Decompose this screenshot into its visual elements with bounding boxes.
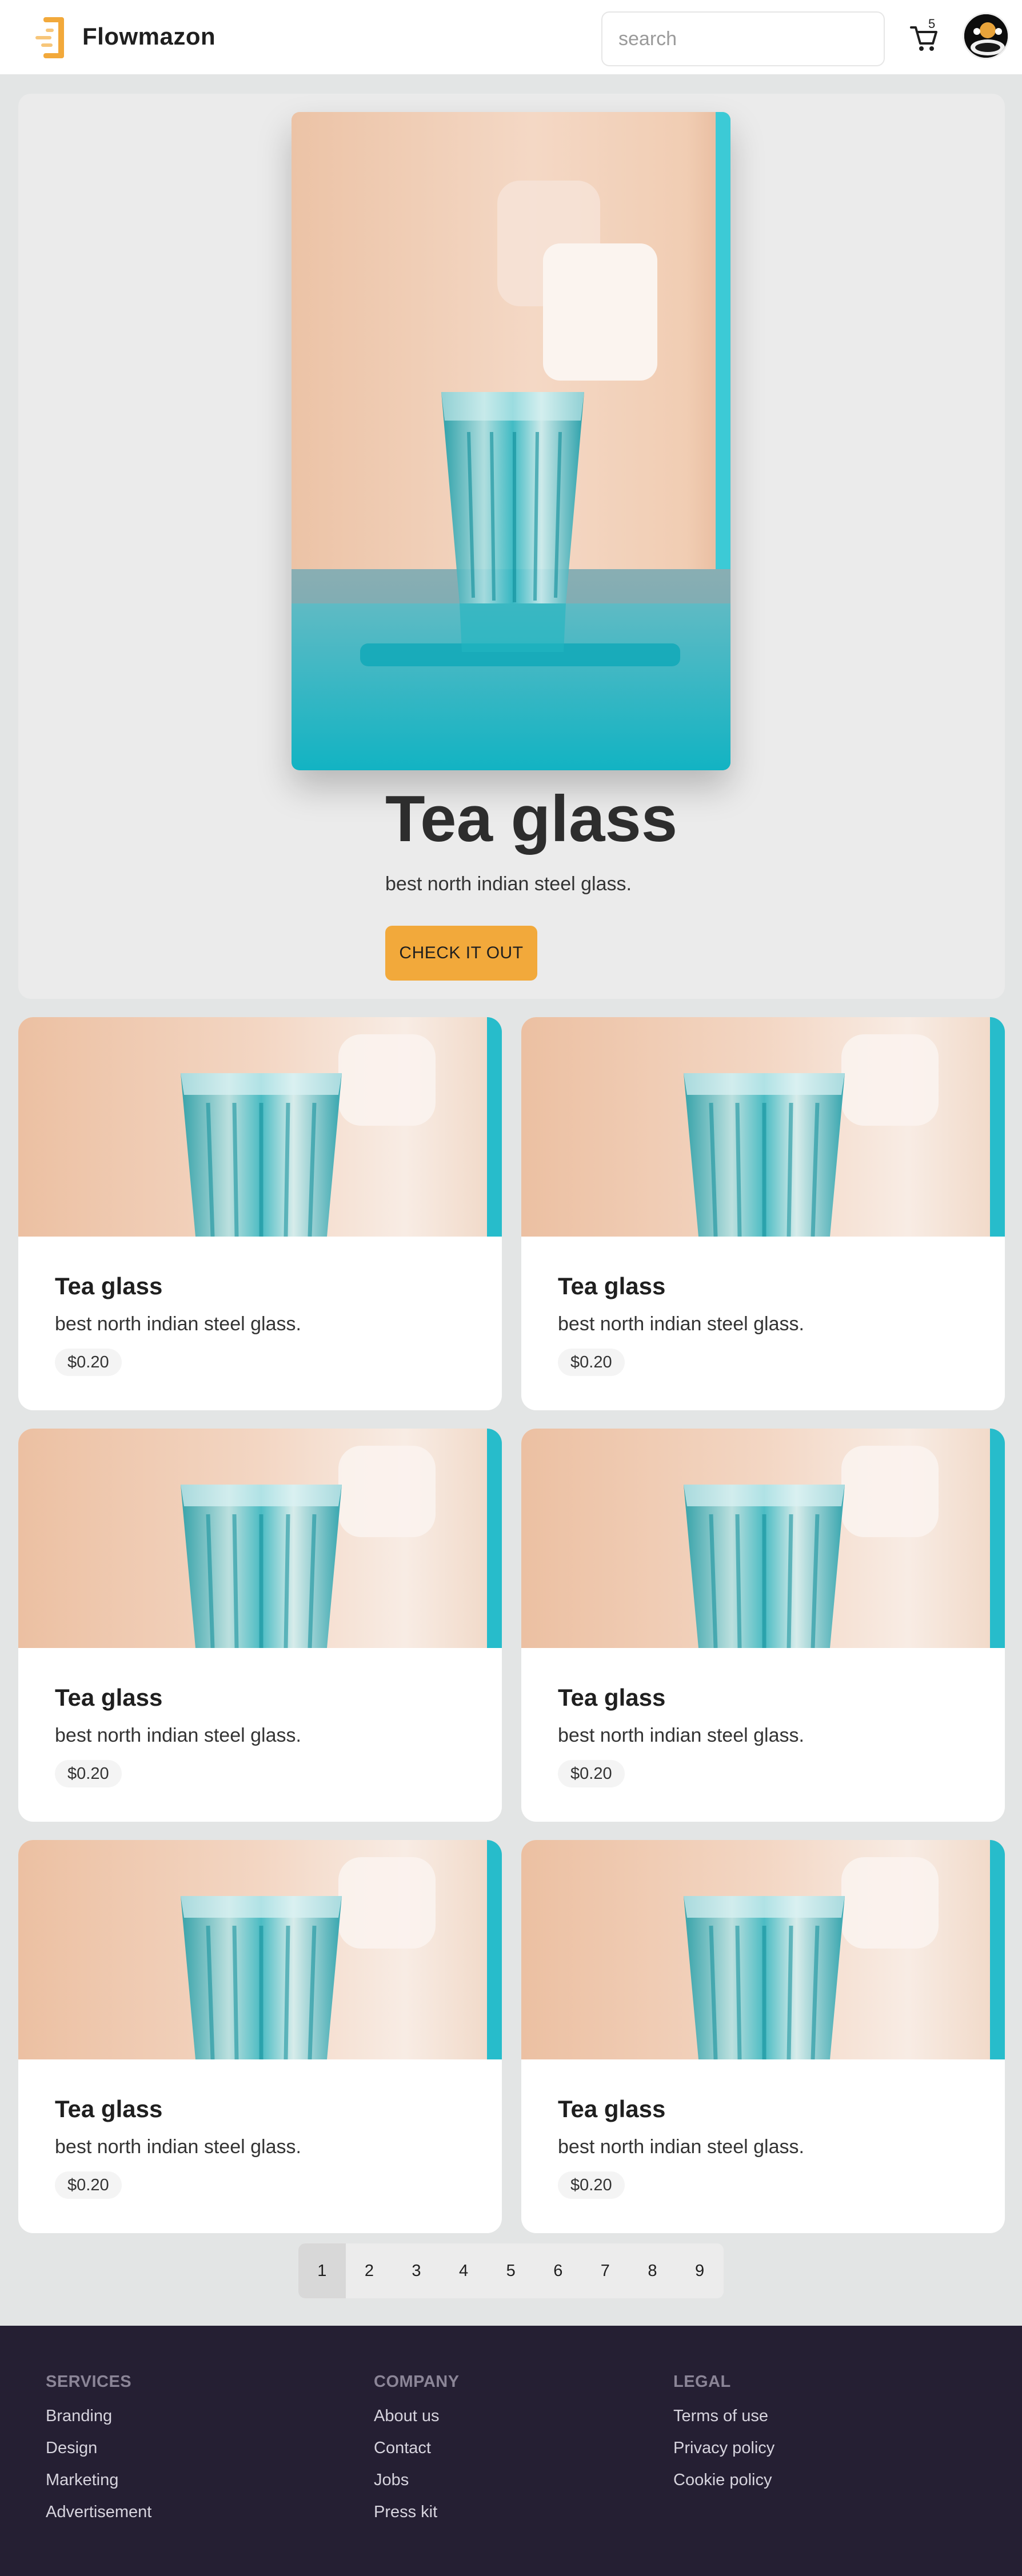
avatar-image [964,14,1008,58]
cart-count-badge: 5 [928,17,936,31]
avatar[interactable] [963,13,1009,59]
hero-product-image[interactable] [292,112,730,770]
product-card[interactable]: Tea glass best north indian steel glass.… [18,1840,502,2233]
top-navbar: Flowmazon 5 [0,0,1022,74]
product-title: Tea glass [558,1273,666,1299]
hero-title: Tea glass [385,783,678,855]
cart-icon[interactable] [907,21,941,55]
product-title: Tea glass [558,2095,666,2122]
product-card[interactable]: Tea glass best north indian steel glass.… [521,1017,1005,1410]
product-card[interactable]: Tea glass best north indian steel glass.… [18,1017,502,1410]
footer-link-branding[interactable]: Branding [46,2406,151,2426]
footer-legal-column: Legal Terms of use Privacy policy Cookie… [673,2371,775,2502]
footer-link-marketing[interactable]: Marketing [46,2470,151,2490]
footer-link-advertisement[interactable]: Advertisement [46,2502,151,2522]
footer-link-design[interactable]: Design [46,2438,151,2458]
product-description: best north indian steel glass. [55,2136,301,2158]
footer-link-cookie-policy[interactable]: Cookie policy [673,2470,775,2490]
hero-section: Tea glass best north indian steel glass.… [18,94,1005,999]
hero-description: best north indian steel glass. [385,873,632,895]
price-badge: $0.20 [558,1760,625,1787]
product-description: best north indian steel glass. [55,1313,301,1335]
product-description: best north indian steel glass. [55,1725,301,1746]
price-badge: $0.20 [55,1760,122,1787]
footer-heading-legal: Legal [673,2373,731,2391]
product-title: Tea glass [55,1273,163,1299]
footer-heading-services: Services [46,2373,132,2391]
footer-link-terms-of-use[interactable]: Terms of use [673,2406,775,2426]
product-title: Tea glass [55,1684,163,1711]
footer-link-press-kit[interactable]: Press kit [374,2502,460,2522]
page-button-5[interactable]: 5 [487,2243,534,2298]
page-button-1[interactable]: 1 [298,2243,346,2298]
pagination: 123456789 [298,2243,724,2298]
page-button-6[interactable]: 6 [534,2243,582,2298]
footer-link-contact[interactable]: Contact [374,2438,460,2458]
check-it-out-button[interactable]: CHECK IT OUT [385,926,537,981]
price-badge: $0.20 [558,2171,625,2199]
logo-icon[interactable] [32,16,70,59]
brand-name[interactable]: Flowmazon [82,21,215,53]
product-image[interactable] [521,1017,1005,1237]
footer-services-column: Services Branding Design Marketing Adver… [46,2371,151,2534]
product-card[interactable]: Tea glass best north indian steel glass.… [521,1840,1005,2233]
product-image[interactable] [18,1429,502,1648]
search-input[interactable] [601,11,885,66]
product-description: best north indian steel glass. [558,2136,804,2158]
product-description: best north indian steel glass. [558,1313,804,1335]
product-card[interactable]: Tea glass best north indian steel glass.… [521,1429,1005,1822]
product-card[interactable]: Tea glass best north indian steel glass.… [18,1429,502,1822]
tea-glass-image [292,112,730,770]
page-button-7[interactable]: 7 [582,2243,629,2298]
product-image[interactable] [18,1017,502,1237]
price-badge: $0.20 [55,2171,122,2199]
page-button-4[interactable]: 4 [440,2243,488,2298]
page-button-2[interactable]: 2 [346,2243,393,2298]
footer-company-column: Company About us Contact Jobs Press kit [374,2371,460,2534]
product-description: best north indian steel glass. [558,1725,804,1746]
product-image[interactable] [521,1429,1005,1648]
product-image[interactable] [18,1840,502,2059]
footer-link-privacy-policy[interactable]: Privacy policy [673,2438,775,2458]
footer-link-jobs[interactable]: Jobs [374,2470,460,2490]
page-button-9[interactable]: 9 [676,2243,724,2298]
price-badge: $0.20 [55,1349,122,1376]
price-badge: $0.20 [558,1349,625,1376]
page-button-3[interactable]: 3 [393,2243,440,2298]
footer-link-about-us[interactable]: About us [374,2406,460,2426]
product-title: Tea glass [558,1684,666,1711]
product-image[interactable] [521,1840,1005,2059]
footer-heading-company: Company [374,2373,460,2391]
footer: Services Branding Design Marketing Adver… [0,2326,1022,2576]
product-title: Tea glass [55,2095,163,2122]
page-button-8[interactable]: 8 [629,2243,676,2298]
